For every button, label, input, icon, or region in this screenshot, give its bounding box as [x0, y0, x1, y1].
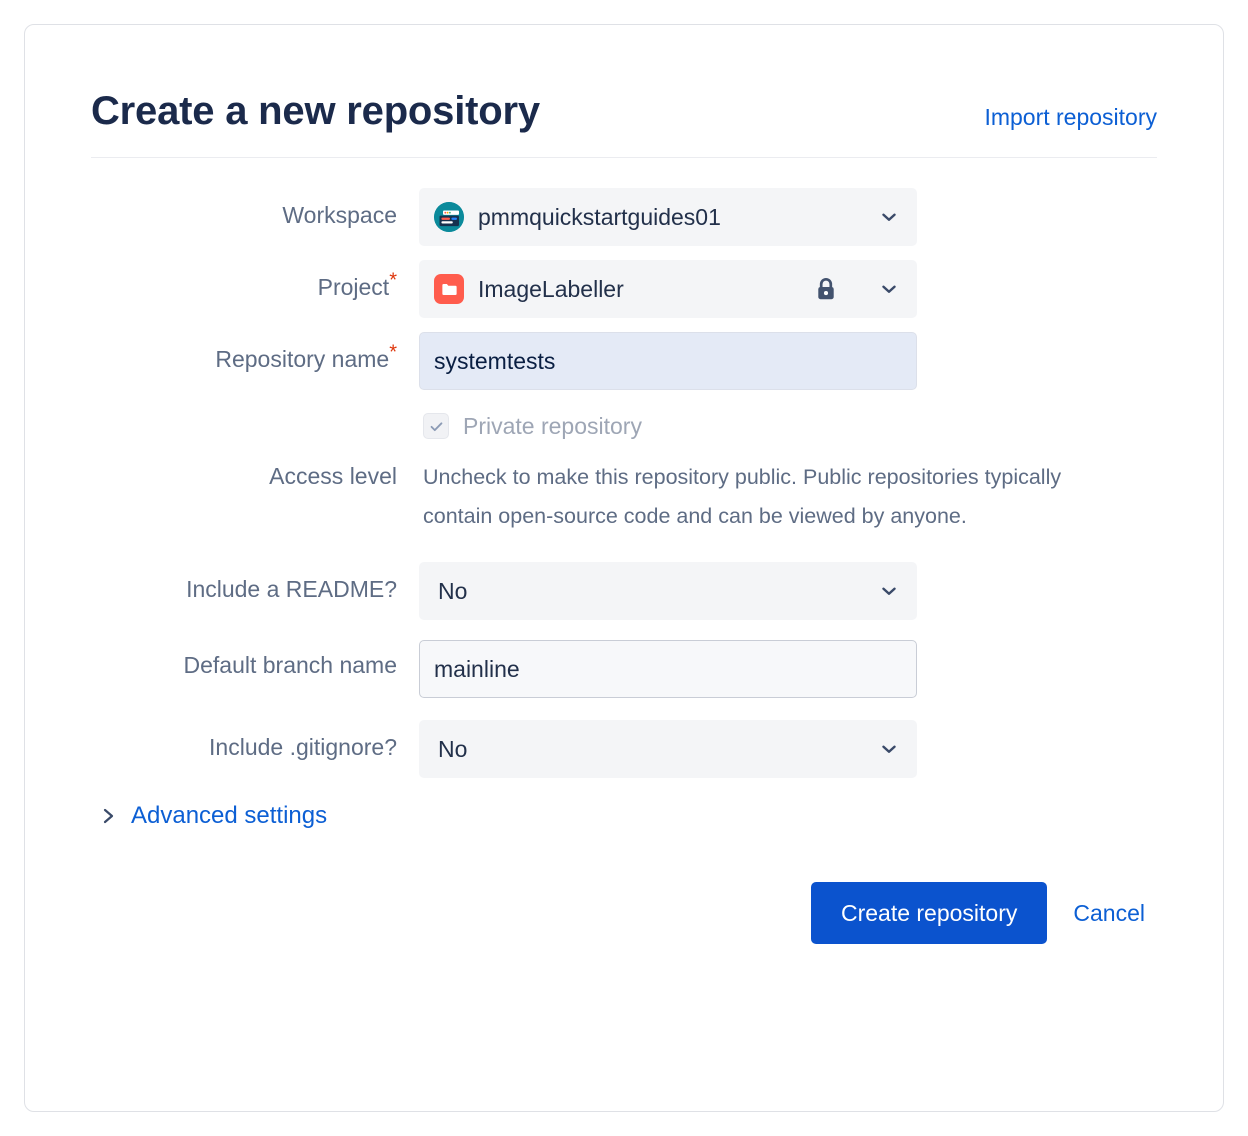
- chevron-down-icon: [878, 580, 900, 602]
- workspace-label: Workspace: [282, 202, 397, 228]
- form-row-project: Project* ImageLabeller: [91, 260, 1157, 318]
- import-repository-link[interactable]: Import repository: [984, 103, 1157, 135]
- create-repository-card: Create a new repository Import repositor…: [24, 24, 1224, 1112]
- project-label: Project*: [91, 260, 419, 302]
- access-level-label: Access level: [269, 463, 397, 489]
- repository-name-required-mark: *: [389, 341, 397, 364]
- form-actions: Create repository Cancel: [91, 882, 1157, 944]
- workspace-field-col: pmmquickstartguides01: [419, 188, 1157, 246]
- lock-icon: [814, 276, 838, 302]
- chevron-down-icon: [878, 738, 900, 760]
- include-readme-value: No: [438, 577, 468, 604]
- project-field-col: ImageLabeller: [419, 260, 1157, 318]
- access-level-help-text: Uncheck to make this repository public. …: [423, 465, 1062, 528]
- repository-name-label: Repository name*: [91, 332, 419, 374]
- advanced-settings-label: Advanced settings: [131, 802, 328, 829]
- workspace-avatar-icon: [434, 202, 464, 232]
- workspace-select[interactable]: pmmquickstartguides01: [419, 188, 917, 246]
- form-row-workspace: Workspace pmmquickstartguides01: [91, 188, 1157, 246]
- page-root: Create a new repository Import repositor…: [0, 0, 1248, 1136]
- project-required-mark: *: [389, 269, 397, 292]
- project-folder-icon: [434, 274, 464, 304]
- create-repository-form: Workspace pmmquickstartguides01 Project*…: [91, 158, 1157, 944]
- create-repository-button[interactable]: Create repository: [810, 882, 1048, 944]
- private-repository-checkbox: [423, 413, 449, 439]
- chevron-down-icon: [878, 206, 900, 228]
- access-level-field-col: Private repository Uncheck to make this …: [419, 404, 1157, 536]
- include-readme-field-col: No: [419, 562, 1157, 620]
- include-readme-select[interactable]: No: [419, 562, 917, 620]
- card-header: Create a new repository Import repositor…: [91, 87, 1157, 158]
- include-gitignore-value: No: [438, 735, 468, 762]
- page-title: Create a new repository: [91, 89, 540, 133]
- project-label-text: Project: [317, 274, 390, 300]
- include-readme-label: Include a README?: [186, 576, 397, 602]
- repository-name-label-text: Repository name: [215, 346, 390, 372]
- form-row-include-readme: Include a README? No: [91, 562, 1157, 620]
- private-repository-label: Private repository: [463, 412, 642, 439]
- private-repository-checkbox-row[interactable]: Private repository: [419, 404, 1157, 448]
- include-gitignore-label: Include .gitignore?: [209, 734, 397, 760]
- project-select[interactable]: ImageLabeller: [419, 260, 917, 318]
- include-gitignore-field-col: No: [419, 720, 1157, 778]
- form-row-repository-name: Repository name*: [91, 332, 1157, 390]
- project-value: ImageLabeller: [478, 275, 624, 302]
- repository-name-field-col: [419, 332, 1157, 390]
- include-gitignore-select[interactable]: No: [419, 720, 917, 778]
- form-row-default-branch: Default branch name: [91, 640, 1157, 698]
- default-branch-field-col: [419, 640, 1157, 698]
- workspace-value: pmmquickstartguides01: [478, 203, 721, 230]
- cancel-button[interactable]: Cancel: [1069, 900, 1149, 927]
- default-branch-input[interactable]: [419, 640, 917, 698]
- chevron-down-icon: [878, 278, 900, 300]
- form-row-access-level: Access level Private repository Uncheck …: [91, 404, 1157, 536]
- form-row-include-gitignore: Include .gitignore? No: [91, 720, 1157, 778]
- checkmark-icon: [430, 421, 442, 431]
- default-branch-label: Default branch name: [183, 652, 397, 678]
- chevron-right-icon: [101, 806, 117, 826]
- advanced-settings-toggle[interactable]: Advanced settings: [101, 802, 327, 830]
- repository-name-input[interactable]: [419, 332, 917, 390]
